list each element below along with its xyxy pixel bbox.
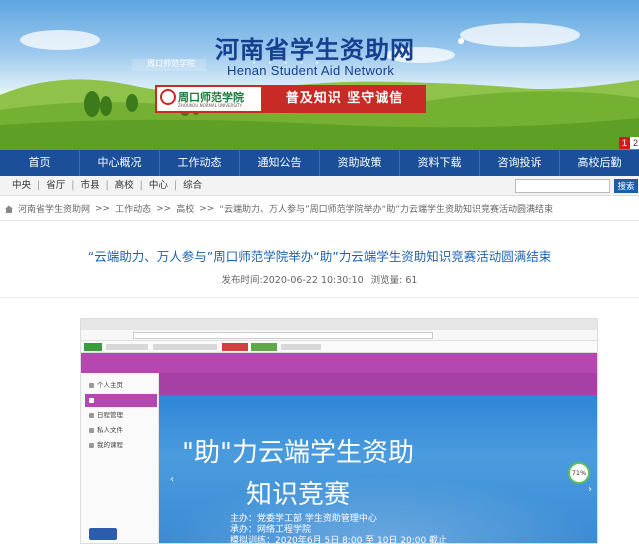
article-title: “云端助力、万人参与”周口师范学院举办“助”力云端学生资助知识竞赛活动圆满结束 [87, 249, 552, 264]
url-box [133, 332, 433, 339]
article-meta: 发布时间:2020-06-22 10:30:10 浏览量: 61 [0, 272, 639, 286]
bookmark-chip [222, 343, 248, 351]
nav-aid-policy[interactable]: 资助政策 [320, 150, 400, 176]
publish-label: 发布时间: [221, 275, 263, 286]
sub-nav-bar: 中央 | 省厅 | 市县 | 高校 | 中心 | 综合 搜索 [0, 176, 639, 196]
views-label: 浏览量: [370, 275, 403, 286]
page-root: 河南省学生资助网 Henan Student Aid Network 1 2 首… [0, 0, 639, 544]
hero-info-organizer: 主办：党委学工部 学生资助管理中心 [230, 514, 377, 524]
browser-logo [84, 343, 102, 351]
portal-topbar [81, 353, 597, 373]
menu-dot-icon [89, 398, 94, 403]
hero-info-schedule: 模拟训练：2020年6月 5日 8:00 至 10日 20:00 截止 [230, 536, 448, 544]
portal-menu-label: 个人主页 [97, 381, 123, 389]
chevron-left-icon: ‹ [170, 474, 174, 485]
divider [0, 220, 639, 221]
bookmark-chip [281, 344, 321, 350]
portal-menu-dot: • [252, 59, 256, 67]
chevron-right-icon: › [588, 484, 592, 495]
hero-info-host: 承办：网络工程学院 [230, 525, 312, 535]
subnav-general[interactable]: 综合 [177, 176, 208, 196]
publish-time: 2020-06-22 10:30:10 [262, 275, 364, 286]
portal-menu-item: 日程管理 [85, 409, 157, 422]
portal-menu-dot: • [299, 59, 304, 67]
breadcrumb-work-news[interactable]: 工作动态 [115, 202, 151, 215]
portal-menu-item-active [85, 394, 157, 407]
browser-address-bar [81, 330, 597, 341]
menu-dot-icon [89, 413, 94, 418]
nav-downloads[interactable]: 资料下载 [400, 150, 480, 176]
portal-menu-dot: • [283, 59, 288, 67]
menu-dot-icon [89, 383, 94, 388]
subnav-university[interactable]: 高校 [109, 176, 140, 196]
bookmark-chip [251, 343, 277, 351]
hero-info: 主办：党委学工部 学生资助管理中心 承办：网络工程学院 模拟训练：2020年6月… [230, 514, 447, 544]
subnav-center[interactable]: 中心 [143, 176, 174, 196]
slide-indicator-2[interactable]: 2 [630, 137, 639, 149]
search-input[interactable] [515, 179, 610, 193]
bookmark-chip [106, 344, 148, 350]
portal-logo-text: 周口师范学院 [147, 59, 195, 68]
nav-consult-complaint[interactable]: 咨询投诉 [480, 150, 560, 176]
portal-menu-item: 个人主页 [85, 379, 157, 392]
hero-title-line1: "助"力云端学生资助 [182, 438, 414, 468]
browser-bookmarks-bar [81, 341, 597, 353]
portal-menu-label: 日程管理 [97, 411, 123, 419]
sub-nav: 中央 | 省厅 | 市县 | 高校 | 中心 | 综合 [6, 176, 208, 196]
header-banner: 河南省学生资助网 Henan Student Aid Network 1 2 [0, 0, 639, 150]
breadcrumb-current: “云端助力、万人参与”周口师范学院举办“助”力云端学生资助知识竞赛活动圆满结束 [219, 205, 553, 215]
portal-course-button [89, 528, 117, 540]
nav-university-logistics[interactable]: 高校后勤 [560, 150, 639, 176]
nav-center-overview[interactable]: 中心概况 [80, 150, 160, 176]
breadcrumb-separator: >> [199, 203, 215, 214]
bookmark-chip [153, 344, 217, 350]
nav-notices[interactable]: 通知公告 [240, 150, 320, 176]
subnav-province[interactable]: 省厅 [40, 176, 71, 196]
school-seal-icon [160, 89, 176, 105]
progress-badge: 71% [568, 462, 590, 484]
school-english-name: ZHOUKOU NORMAL UNIVERSITY [178, 103, 242, 108]
portal-menu-dot: • [315, 59, 320, 67]
hero-title-line2: 知识竞赛 [245, 480, 350, 510]
subnav-central[interactable]: 中央 [6, 176, 37, 196]
subnav-city-county[interactable]: 市县 [74, 176, 105, 196]
home-icon [5, 205, 13, 213]
portal-header [159, 373, 597, 395]
breadcrumb: 河南省学生资助网 >> 工作动态 >> 高校 >> “云端助力、万人参与”周口师… [4, 202, 558, 215]
nav-home[interactable]: 首页 [0, 150, 80, 176]
portal-menu-dot: • [267, 59, 272, 67]
slogan-banner: 普及知识 坚守诚信 [263, 85, 426, 113]
browser-tab-strip [81, 319, 597, 330]
search-button[interactable]: 搜索 [614, 179, 638, 193]
divider [0, 297, 639, 298]
breadcrumb-university[interactable]: 高校 [176, 202, 194, 215]
breadcrumb-separator: >> [95, 203, 111, 214]
portal-top-menu: • • • • • [252, 59, 331, 67]
nav-work-news[interactable]: 工作动态 [160, 150, 240, 176]
slide-indicator-1[interactable]: 1 [619, 137, 630, 149]
views-count: 61 [405, 275, 418, 286]
breadcrumb-separator: >> [156, 203, 172, 214]
user-avatar-icon [458, 38, 464, 44]
main-nav: 首页 中心概况 工作动态 通知公告 资助政策 资料下载 咨询投诉 高校后勤 [0, 150, 639, 176]
breadcrumb-home[interactable]: 河南省学生资助网 [18, 202, 90, 215]
